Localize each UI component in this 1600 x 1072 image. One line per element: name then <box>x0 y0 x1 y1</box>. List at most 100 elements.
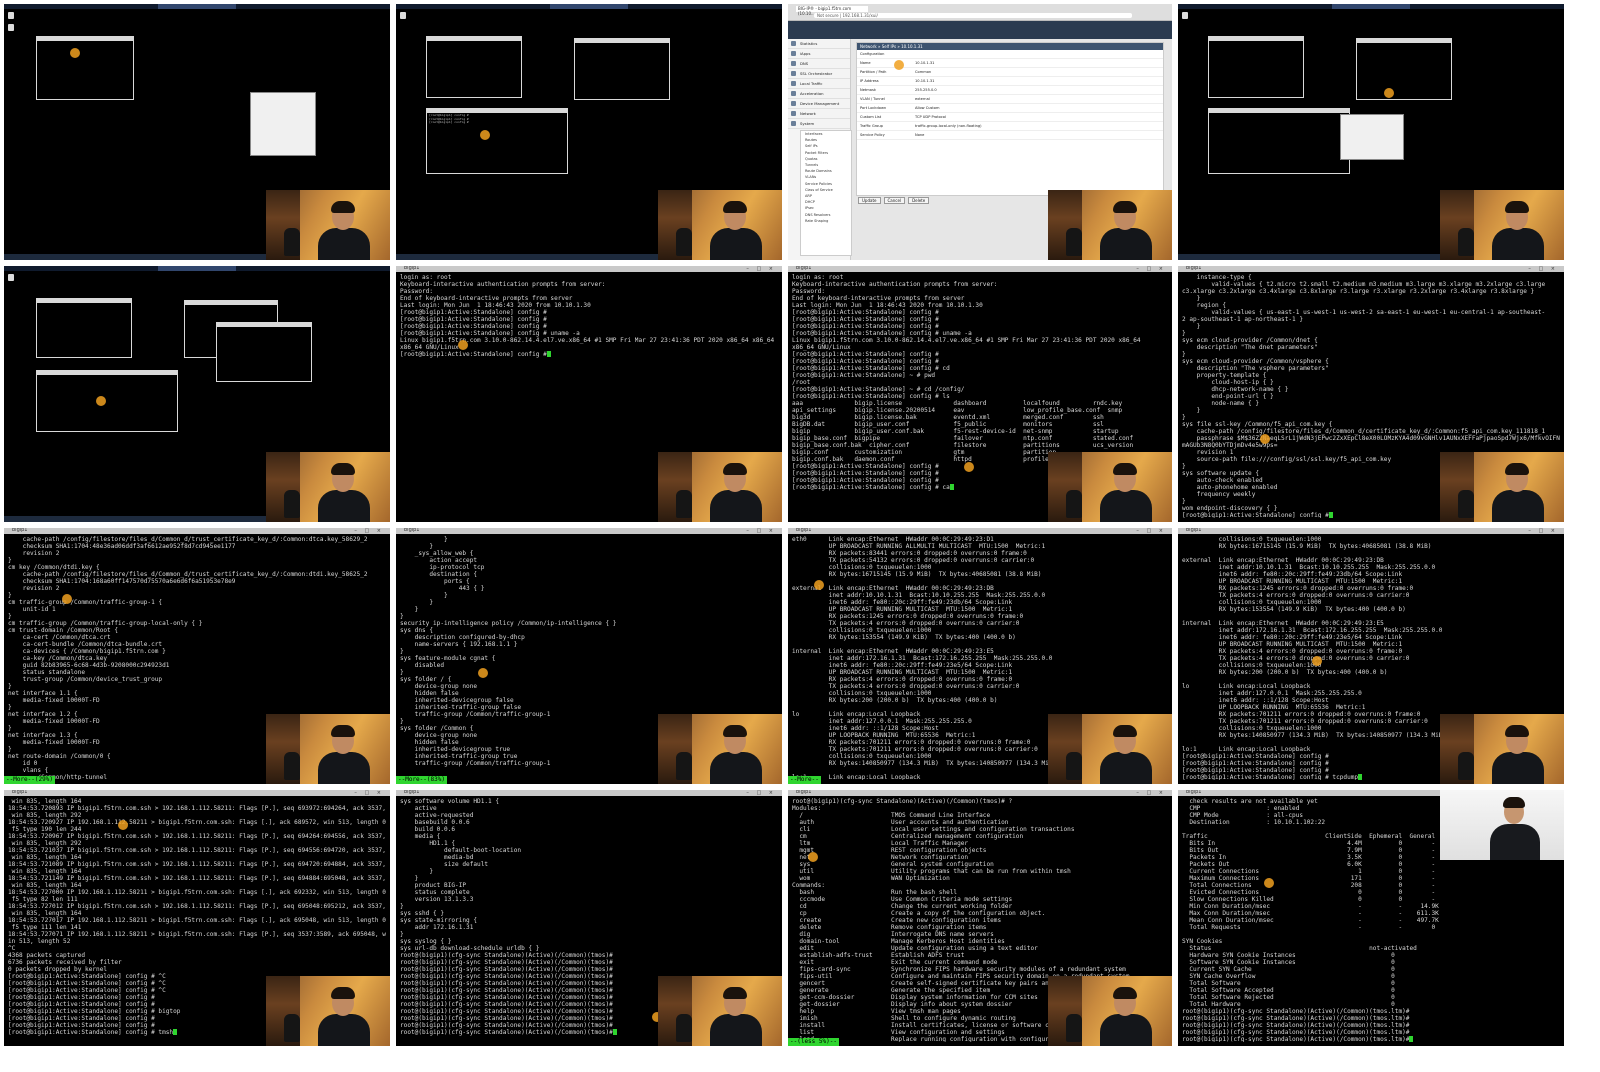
presenter-webcam <box>1440 190 1564 260</box>
terminal-line: hidden false <box>400 690 459 697</box>
breadcrumb: Network » Self IPs » 10.10.1.31 <box>857 43 1163 50</box>
presenter-webcam <box>658 714 782 784</box>
nav-item[interactable]: System <box>788 119 850 129</box>
terminal-line: RX packets:4 errors:0 dropped:0 overruns… <box>1182 648 1403 655</box>
presenter-webcam <box>266 976 390 1046</box>
terminal-line: mgmt REST configuration objects <box>792 847 987 854</box>
terminal-window[interactable]: [root@bigip1] config # [root@bigip1] con… <box>426 108 568 174</box>
dialog-window[interactable] <box>1340 114 1404 160</box>
update-button[interactable]: Update <box>858 197 881 204</box>
terminal-line: delete Remove configuration items <box>792 924 987 931</box>
terminal-line: guid 82b83965-6c68-4d3b-9208000c294923d1 <box>8 662 170 669</box>
field-value[interactable]: traffic-group-local-only (non-floating) <box>915 122 982 130</box>
terminal-window[interactable] <box>36 370 178 432</box>
field-value[interactable]: TCP UDP Protocol <box>915 113 946 121</box>
terminal-line: root@(bigip1)(cfg-sync Standalone)(Activ… <box>1182 1015 1410 1022</box>
terminal-line: } <box>8 613 12 620</box>
terminal-line: UP BROADCAST RUNNING ALLMULTI MULTICAST … <box>792 543 1046 550</box>
terminal-line: version 13.1.3.3 <box>400 896 474 903</box>
address-bar[interactable]: Not secure | 192.168.1.31/xui/ <box>814 13 1132 18</box>
terminal-window[interactable] <box>574 38 670 100</box>
tile-terminal-15: bigip1– □ × root@(bigip1)(cfg-sync Stand… <box>788 790 1172 1046</box>
desktop-icon[interactable] <box>400 12 406 19</box>
terminal-line: ip-protocol tcp <box>400 564 485 571</box>
terminal-line: status complete <box>400 889 470 896</box>
dialog-window[interactable] <box>250 92 316 156</box>
nav-item[interactable]: Local Traffic <box>788 79 850 89</box>
subnav-item[interactable]: Rate Shaping <box>801 218 851 224</box>
terminal-line: collisions:0 txqueuelen:1000 <box>1182 599 1322 606</box>
terminal-line: RX packets:1245 errors:0 dropped:0 overr… <box>1182 585 1414 592</box>
desktop-icon[interactable] <box>8 12 14 19</box>
field-value[interactable]: external <box>915 95 930 103</box>
terminal-line: } <box>400 592 448 599</box>
desktop-icon[interactable] <box>8 24 14 31</box>
field-value[interactable]: 255.255.0.0 <box>915 86 937 94</box>
terminal-line: api_settings bigip.license.20200514 eav … <box>792 407 1123 414</box>
terminal-line: 18:54:53.721037 IP bigip1.f5trn.com.ssh … <box>8 847 386 854</box>
terminal-line: revision 2 <box>8 550 60 557</box>
tile-terminal-7: bigip1– □ × login as: root Keyboard-inter… <box>788 266 1172 522</box>
presenter-webcam <box>266 714 390 784</box>
presenter-webcam <box>266 190 390 260</box>
terminal-line: valid-values { us-east-1 us-west-1 us-we… <box>1182 309 1546 316</box>
tile-f5-webui: BIG-IP® - bigip1.f5trn.com (10.10... Not… <box>788 4 1172 260</box>
terminal-line: 18:54:53.727012 IP bigip1.f5trn.com.ssh … <box>8 903 386 910</box>
terminal-window[interactable] <box>36 36 134 100</box>
field-value[interactable]: Common <box>915 68 931 76</box>
terminal-line: } <box>400 543 434 550</box>
terminal-line: } <box>400 606 419 613</box>
nav-item[interactable]: DNS <box>788 59 850 69</box>
nav-item[interactable]: Acceleration <box>788 89 850 99</box>
nav-icon <box>791 71 796 76</box>
terminal-window[interactable] <box>216 322 312 382</box>
nav-item[interactable]: Statistics <box>788 39 850 49</box>
terminal-line: cache-path /config/filestore/files_d/Com… <box>1182 428 1546 435</box>
terminal-line: Last login: Mon Jun 1 18:46:43 2020 from… <box>792 302 983 309</box>
field-value[interactable]: Allow Custom <box>915 104 940 112</box>
field-value[interactable]: 10.10.1.31 <box>915 59 934 67</box>
field-value[interactable]: 10.10.1.31 <box>915 77 934 85</box>
terminal-window[interactable] <box>1208 36 1304 98</box>
terminal-line: root@(bigip1)(cfg-sync Standalone)(Activ… <box>1182 1022 1410 1029</box>
nav-item[interactable]: SSL Orchestrator <box>788 69 850 79</box>
terminal-line: inet addr:172.16.1.31 Bcast:172.16.255.2… <box>1182 627 1443 634</box>
terminal-line: cm traffic-group /Common/traffic-group-l… <box>8 620 203 627</box>
nav-item[interactable]: Device Management <box>788 99 850 109</box>
network-subnav: Interfaces Routes Self IPs Packet Filters Qu… <box>800 130 852 256</box>
terminal-line: } <box>400 903 404 910</box>
terminal-line: root@(bigip1)(cfg-sync Standalone)(Activ… <box>400 952 613 959</box>
terminal-line: disabled <box>400 662 445 669</box>
field-label: Traffic Group <box>860 124 883 128</box>
terminal-line: description "The vsphere parameters" <box>1182 365 1329 372</box>
desktop-icon[interactable] <box>1182 12 1188 19</box>
terminal-line: [root@bigip1:Active:Standalone] config #… <box>792 330 972 337</box>
terminal-window[interactable] <box>426 36 522 98</box>
terminal-window[interactable] <box>36 298 132 358</box>
field-value[interactable]: None <box>915 131 924 139</box>
terminal-line: RX bytes:153554 (149.9 KiB) TX bytes:400… <box>1182 606 1406 613</box>
nav-item-label: Acceleration <box>800 91 824 96</box>
terminal-window[interactable] <box>1356 38 1452 100</box>
terminal-window[interactable] <box>1208 108 1350 174</box>
terminal-line: domain-tool Manage Kerberos Host identit… <box>792 938 1005 945</box>
desktop-icon[interactable] <box>8 274 14 281</box>
form-row: Netmask 255.255.0.0 <box>857 86 1163 95</box>
nav-icon <box>791 41 796 46</box>
terminal-line: RX bytes:16715145 (15.9 MiB) TX bytes:40… <box>792 571 1042 578</box>
terminal-line: Maximum Connections 171 0 - <box>1182 875 1436 882</box>
terminal-line: _sys_allow_web { <box>400 550 474 557</box>
cancel-button[interactable]: Cancel <box>883 197 906 204</box>
nav-item[interactable]: Network <box>788 109 850 119</box>
terminal-line: UP LOOPBACK RUNNING MTU:65536 Metric:1 <box>1182 704 1366 711</box>
field-label: VLAN / Tunnel <box>860 97 885 101</box>
terminal-line: Linux bigip1.f5trn.com 3.10.0-862.14.4.e… <box>792 337 1141 344</box>
pager-status: --(less 5%)-- <box>788 1038 839 1046</box>
nav-item[interactable]: iApps <box>788 49 850 59</box>
delete-button[interactable]: Delete <box>908 197 930 204</box>
terminal-line: Status not-activated <box>1182 945 1417 952</box>
terminal-line: [root@bigip1:Active:Standalone] ~ # pwd <box>792 372 936 379</box>
browser-tab[interactable]: BIG-IP® - bigip1.f5trn.com (10.10... <box>796 6 868 16</box>
terminal-line: } <box>8 557 12 564</box>
